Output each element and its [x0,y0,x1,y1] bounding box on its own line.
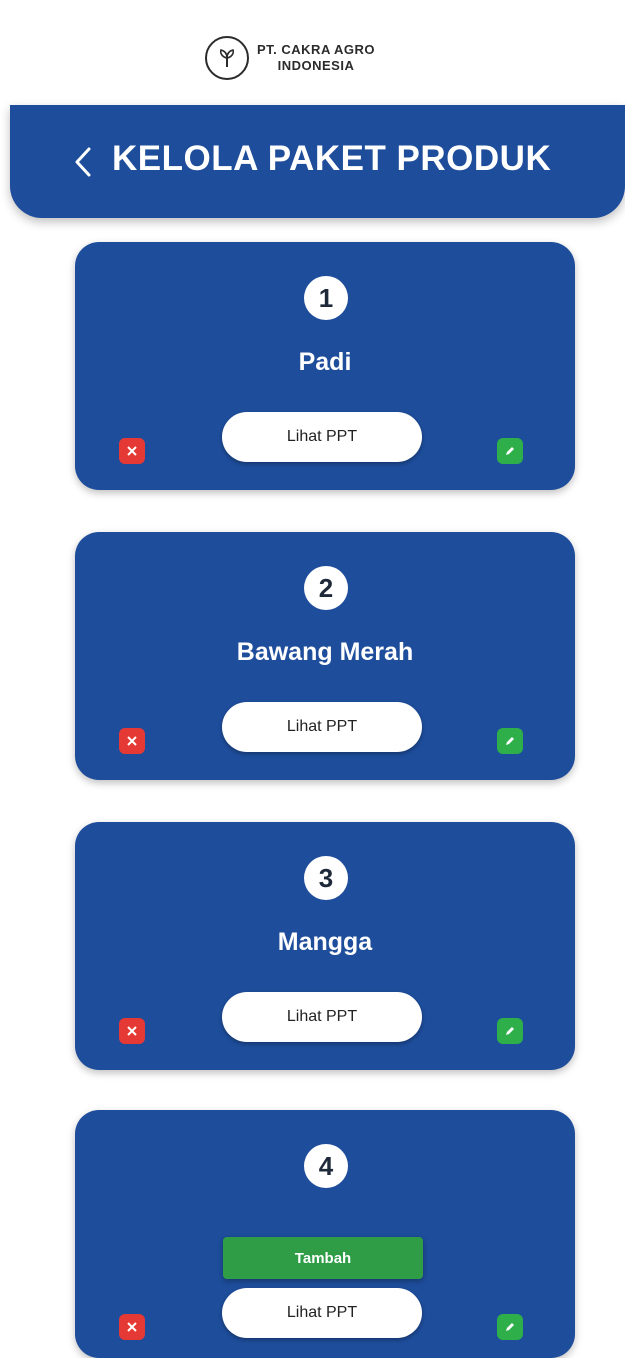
card-number-badge: 3 [304,856,348,900]
product-name: Bawang Merah [236,638,414,666]
product-package-card: 1 Padi Lihat PPT [75,242,575,490]
product-package-card: 3 Mangga Lihat PPT [75,822,575,1070]
page-header: KELOLA PAKET PRODUK [10,105,625,218]
company-logo: PT. CAKRA AGRO INDONESIA [205,28,445,88]
edit-button[interactable] [497,1018,523,1044]
product-name: Mangga [277,928,373,956]
edit-button[interactable] [497,1314,523,1340]
edit-button[interactable] [497,728,523,754]
back-button[interactable] [68,143,98,181]
view-ppt-button[interactable]: Lihat PPT [222,702,422,752]
pencil-icon [506,737,514,745]
company-name: PT. CAKRA AGRO INDONESIA [257,42,375,74]
company-name-line1: PT. CAKRA AGRO [257,42,375,57]
delete-button[interactable] [119,1314,145,1340]
company-name-line2: INDONESIA [277,58,355,73]
page-title: KELOLA PAKET PRODUK [112,139,552,178]
card-number-badge: 4 [304,1144,348,1188]
pencil-icon [506,1323,514,1331]
close-icon [127,446,137,456]
add-package-button[interactable]: Tambah [223,1237,423,1279]
pencil-icon [506,447,514,455]
leaf-emblem-icon [205,36,249,80]
product-package-card: 4 Lihat PPT [75,1110,575,1358]
close-icon [127,1026,137,1036]
delete-button[interactable] [119,1018,145,1044]
delete-button[interactable] [119,728,145,754]
edit-button[interactable] [497,438,523,464]
product-name: Padi [298,348,352,376]
close-icon [127,736,137,746]
chevron-left-icon [75,147,91,177]
view-ppt-button[interactable]: Lihat PPT [222,412,422,462]
view-ppt-button[interactable]: Lihat PPT [222,1288,422,1338]
close-icon [127,1322,137,1332]
card-number-badge: 2 [304,566,348,610]
card-number-badge: 1 [304,276,348,320]
view-ppt-button[interactable]: Lihat PPT [222,992,422,1042]
pencil-icon [506,1027,514,1035]
delete-button[interactable] [119,438,145,464]
product-package-card: 2 Bawang Merah Lihat PPT [75,532,575,780]
